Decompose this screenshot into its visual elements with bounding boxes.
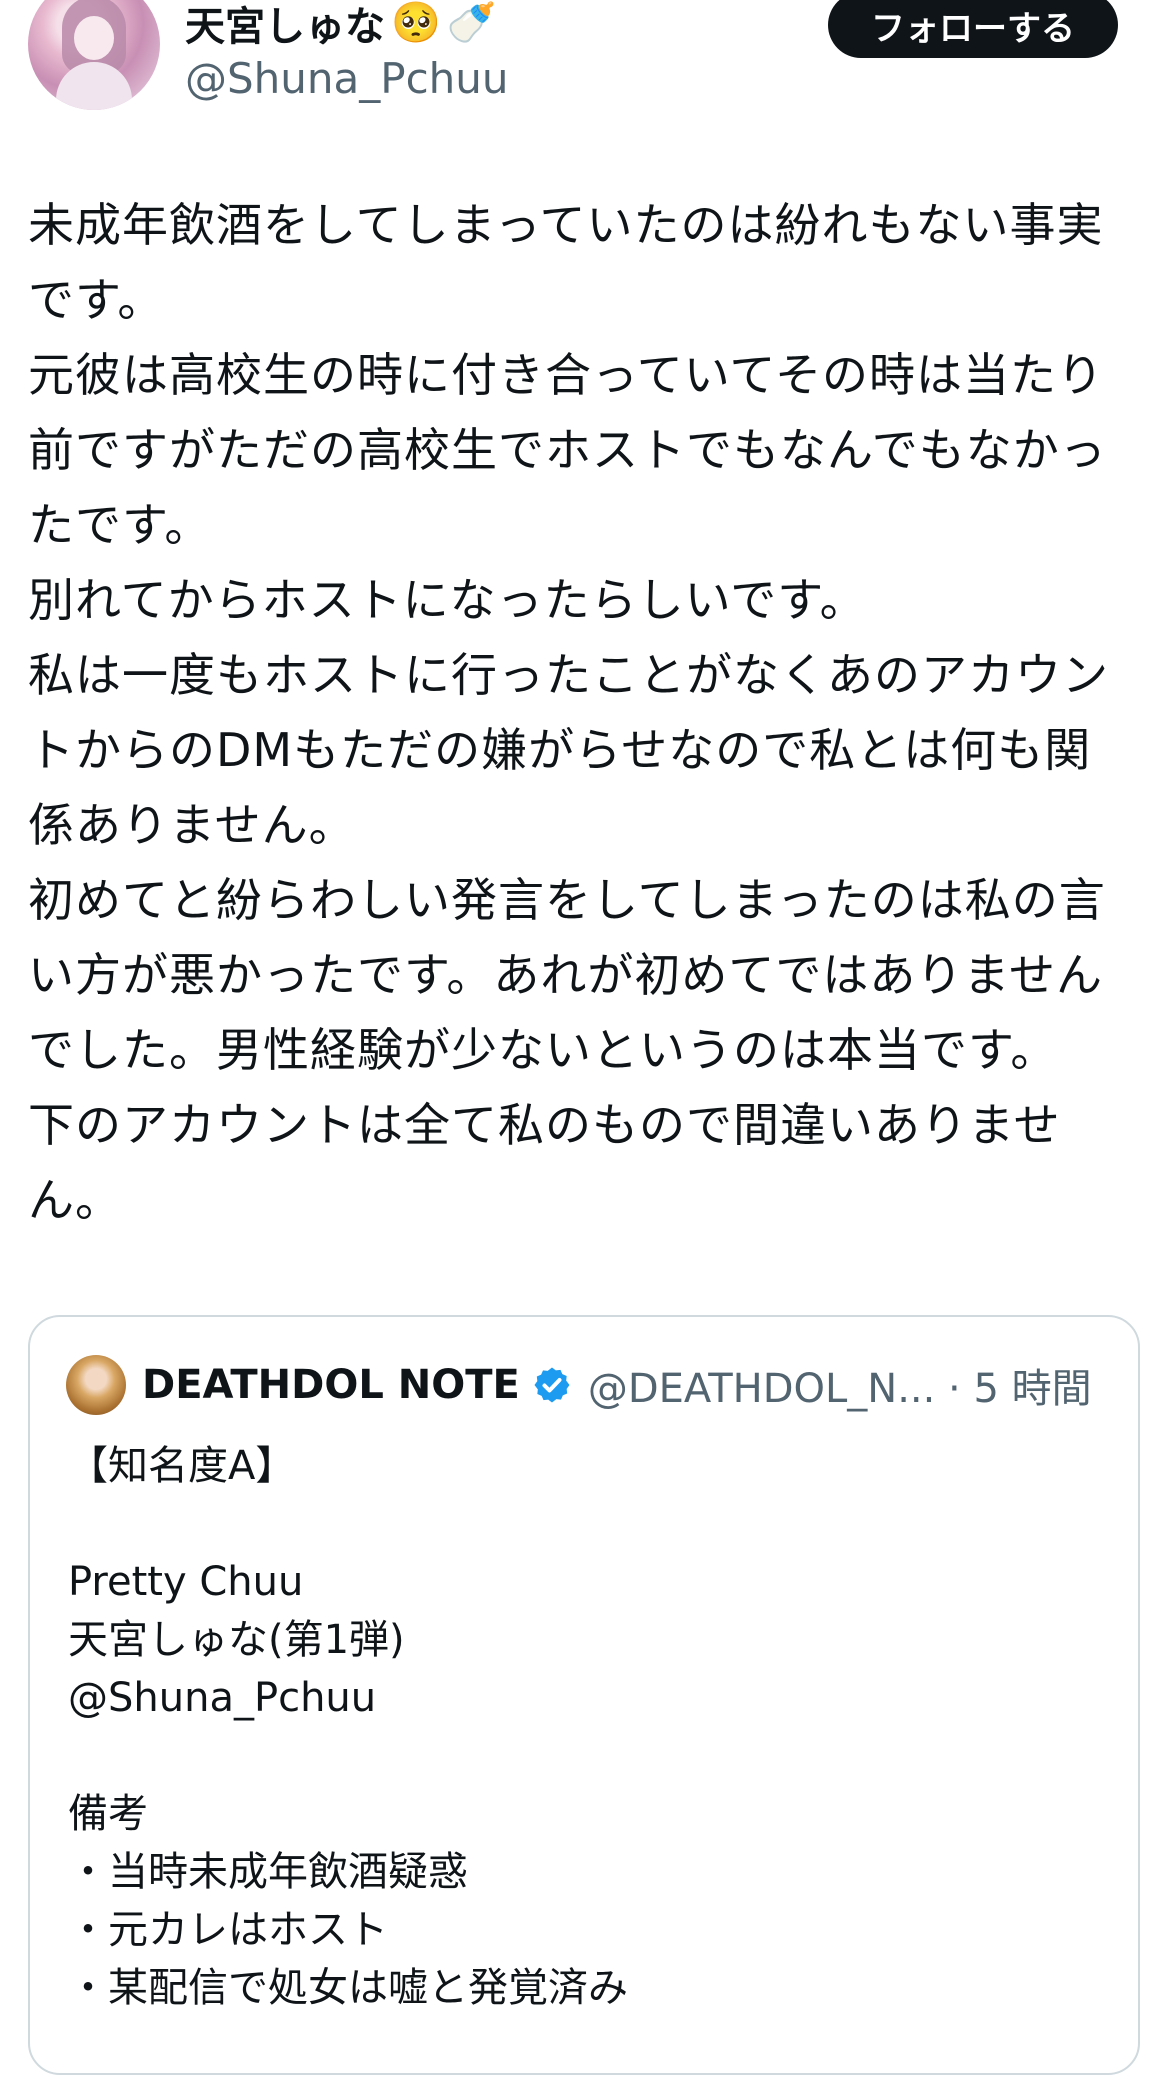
quoted-tweet-header: DEATHDOL NOTE @DEATHDOL_N... · 5 時間 [66,1353,1092,1417]
quoted-tweet-card[interactable]: DEATHDOL NOTE @DEATHDOL_N... · 5 時間 【知名度… [28,1315,1140,2075]
avatar-dress [56,62,132,110]
tweet-line: 初めてと紛らわしい発言をしてしまったのは私の言い方が悪かったです。あれが初めてで… [28,873,1106,1077]
tweet-line: 元彼は高校生の時に付き合っていてその時は当たり前ですがただの高校生でホストでもな… [28,348,1107,552]
quoted-line [68,1495,1068,1553]
quoted-line: 【知名度A】 [68,1443,296,1489]
quoted-line: 備考 [68,1791,148,1837]
pleading-face-emoji-icon: 🥺 [391,0,441,46]
tweet-header: 天宮しゅな 🥺 🍼 @Shuna_Pchuu フォローする [0,0,1170,130]
quoted-tweet-text: 【知名度A】 Pretty Chuu 天宮しゅな(第1弾) @Shuna_Pch… [68,1437,1068,2017]
avatar-face [74,16,114,60]
tweet-line: 私は一度もホストに行ったことがなくあのアカウントからのDMもただの嫌がらせなので… [28,648,1109,852]
author-avatar[interactable] [28,0,160,110]
tweet-line: 別れてからホストになったらしいです。 [28,573,867,627]
quoted-line: ・元カレはホスト [68,1907,388,1953]
baby-bottle-emoji-icon: 🍼 [446,0,497,46]
quoted-line: Pretty Chuu [68,1559,304,1605]
quoted-author-avatar[interactable] [66,1355,126,1415]
quoted-line: ・某配信で処女は嘘と発覚済み [68,1965,628,2011]
tweet-line: 未成年飲酒をしてしまっていたのは紛れもない事実です。 [28,198,1104,327]
tweet-line: 下のアカウントは全て私のもので間違いありません。 [28,1098,1061,1227]
quoted-line: @Shuna_Pchuu [68,1675,377,1721]
verified-badge-icon [534,1367,570,1403]
author-handle[interactable]: @Shuna_Pchuu [185,54,509,103]
quoted-author-handle-and-time: @DEATHDOL_N... · 5 時間 [587,1366,1092,1412]
quoted-line: 天宮しゅな(第1弾) [68,1617,405,1663]
author-display-name[interactable]: 天宮しゅな 🥺 🍼 [185,0,497,52]
quoted-line [68,1727,1068,1785]
quoted-line: ・当時未成年飲酒疑惑 [68,1849,468,1895]
tweet-text: 未成年飲酒をしてしまっていたのは紛れもない事実です。 元彼は高校生の時に付き合っ… [28,188,1138,1238]
follow-button[interactable]: フォローする [828,0,1118,58]
quoted-author-name[interactable]: DEATHDOL NOTE [142,1362,520,1408]
author-name-text: 天宮しゅな [185,4,385,50]
